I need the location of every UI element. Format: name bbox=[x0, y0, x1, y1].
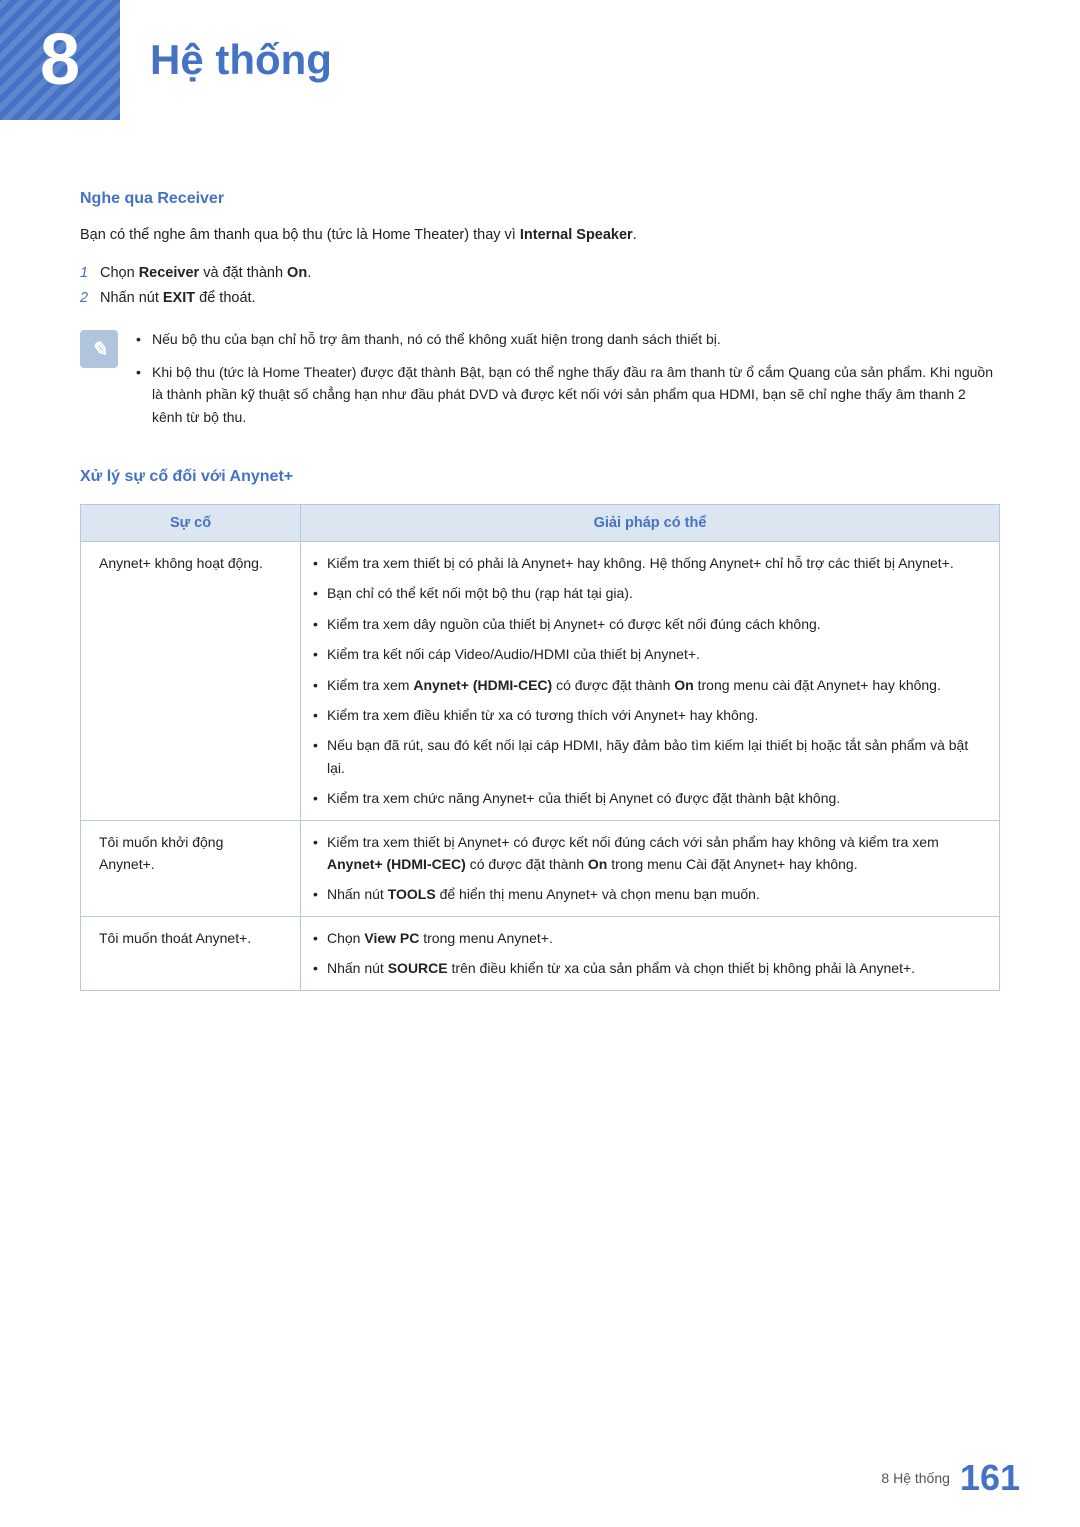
solutions-list-3: Chọn View PC trong menu Anynet+. Nhấn nú… bbox=[311, 927, 981, 980]
solutions-list-2: Kiểm tra xem thiết bị Anynet+ có được kế… bbox=[311, 831, 981, 906]
trouble-table: Sự cố Giải pháp có thể Anynet+ không hoạ… bbox=[80, 504, 1000, 990]
note-1: Nếu bộ thu của bạn chỉ hỗ trợ âm thanh, … bbox=[136, 328, 1000, 350]
solutions-1: Kiểm tra xem thiết bị có phải là Anynet+… bbox=[301, 542, 1000, 821]
table-row: Tôi muốn khởi động Anynet+. Kiểm tra xem… bbox=[81, 820, 1000, 916]
step-1-text: Chọn Receiver và đặt thành On. bbox=[100, 265, 311, 281]
sol-2-1: Kiểm tra xem thiết bị Anynet+ có được kế… bbox=[311, 831, 981, 876]
step-1-num: 1 bbox=[80, 261, 88, 286]
chapter-number-block: 8 bbox=[0, 0, 120, 120]
footer-page-number: 161 bbox=[960, 1457, 1020, 1499]
chapter-header: 8 Hệ thống bbox=[0, 0, 1080, 150]
table-row: Tôi muốn thoát Anynet+. Chọn View PC tro… bbox=[81, 916, 1000, 990]
sol-1-6: Kiểm tra xem điều khiển từ xa có tương t… bbox=[311, 704, 981, 726]
page: 8 Hệ thống Nghe qua Receiver Bạn có thể … bbox=[0, 0, 1080, 1527]
issue-1: Anynet+ không hoạt động. bbox=[81, 542, 301, 821]
intro-end: . bbox=[633, 227, 637, 243]
table-header-row: Sự cố Giải pháp có thể bbox=[81, 505, 1000, 542]
issue-2: Tôi muốn khởi động Anynet+. bbox=[81, 820, 301, 916]
step-2-text: Nhấn nút EXIT để thoát. bbox=[100, 290, 256, 306]
issue-3: Tôi muốn thoát Anynet+. bbox=[81, 916, 301, 990]
content-area: Nghe qua Receiver Bạn có thể nghe âm tha… bbox=[0, 190, 1080, 1081]
sol-1-4: Kiểm tra kết nối cáp Video/Audio/HDMI củ… bbox=[311, 643, 981, 665]
intro-text: Bạn có thể nghe âm thanh qua bộ thu (tức… bbox=[80, 227, 520, 243]
sol-2-2: Nhấn nút TOOLS để hiển thị menu Anynet+ … bbox=[311, 883, 981, 905]
sol-1-5: Kiểm tra xem Anynet+ (HDMI-CEC) có được … bbox=[311, 674, 981, 696]
section1-intro: Bạn có thể nghe âm thanh qua bộ thu (tức… bbox=[80, 224, 1000, 247]
note-icon: ✎ bbox=[80, 330, 118, 368]
table-row: Anynet+ không hoạt động. Kiểm tra xem th… bbox=[81, 542, 1000, 821]
intro-bold: Internal Speaker bbox=[520, 227, 633, 243]
sol-1-3: Kiểm tra xem dây nguồn của thiết bị Anyn… bbox=[311, 613, 981, 635]
sol-1-8: Kiểm tra xem chức năng Anynet+ của thiết… bbox=[311, 787, 981, 809]
col1-header: Sự cố bbox=[81, 505, 301, 542]
section2-heading: Xử lý sự cố đối với Anynet+ bbox=[80, 468, 1000, 486]
chapter-title: Hệ thống bbox=[150, 36, 332, 84]
sol-3-1: Chọn View PC trong menu Anynet+. bbox=[311, 927, 981, 949]
note-2: Khi bộ thu (tức là Home Theater) được đặ… bbox=[136, 361, 1000, 428]
sol-3-2: Nhấn nút SOURCE trên điều khiển từ xa củ… bbox=[311, 957, 981, 979]
solutions-list-1: Kiểm tra xem thiết bị có phải là Anynet+… bbox=[311, 552, 981, 810]
steps-list: 1 Chọn Receiver và đặt thành On. 2 Nhấn … bbox=[80, 261, 1000, 310]
sol-1-7: Nếu bạn đã rút, sau đó kết nối lại cáp H… bbox=[311, 734, 981, 779]
step-2-num: 2 bbox=[80, 286, 88, 311]
footer-section-label: 8 Hệ thống bbox=[881, 1470, 950, 1486]
note-bullets: Nếu bộ thu của bạn chỉ hỗ trợ âm thanh, … bbox=[136, 328, 1000, 438]
solutions-2: Kiểm tra xem thiết bị Anynet+ có được kế… bbox=[301, 820, 1000, 916]
section1-heading: Nghe qua Receiver bbox=[80, 190, 1000, 208]
note-icon-symbol: ✎ bbox=[91, 337, 108, 362]
solutions-3: Chọn View PC trong menu Anynet+. Nhấn nú… bbox=[301, 916, 1000, 990]
note-box: ✎ Nếu bộ thu của bạn chỉ hỗ trợ âm thanh… bbox=[80, 328, 1000, 438]
chapter-number: 8 bbox=[40, 24, 80, 96]
step-2: 2 Nhấn nút EXIT để thoát. bbox=[80, 286, 1000, 311]
col2-header: Giải pháp có thể bbox=[301, 505, 1000, 542]
sol-1-1: Kiểm tra xem thiết bị có phải là Anynet+… bbox=[311, 552, 981, 574]
step-1: 1 Chọn Receiver và đặt thành On. bbox=[80, 261, 1000, 286]
sol-1-2: Bạn chỉ có thể kết nối một bộ thu (rạp h… bbox=[311, 582, 981, 604]
footer: 8 Hệ thống 161 bbox=[881, 1457, 1020, 1499]
